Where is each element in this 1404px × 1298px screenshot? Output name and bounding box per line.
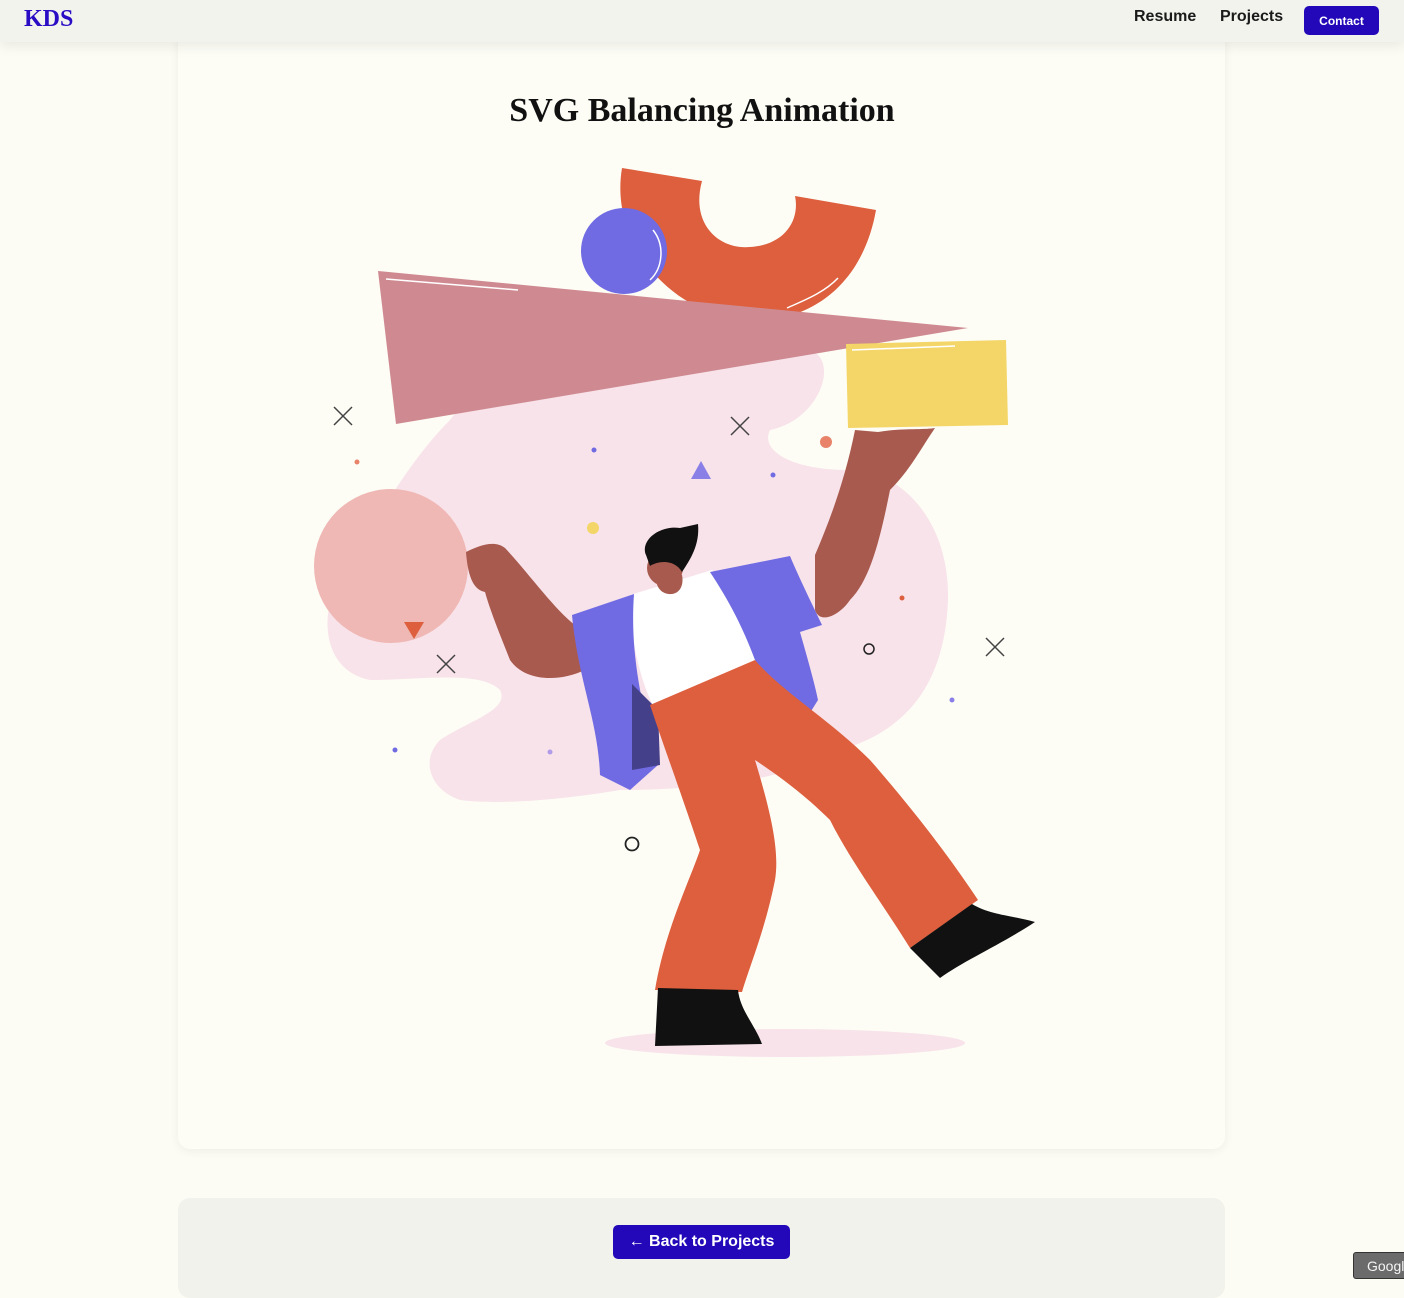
site-logo[interactable]: KDS — [24, 6, 73, 33]
purple-ball — [581, 208, 667, 294]
yellow-block — [846, 340, 1008, 428]
back-to-projects-button[interactable]: ← Back to Projects — [613, 1225, 790, 1259]
nav-link-projects[interactable]: Projects — [1220, 8, 1283, 26]
balancing-illustration — [314, 168, 1035, 1057]
contact-button[interactable]: Contact — [1304, 6, 1379, 35]
nav-link-resume[interactable]: Resume — [1134, 8, 1196, 26]
salmon-ball — [314, 489, 468, 643]
google-badge[interactable]: Googl — [1353, 1252, 1404, 1279]
top-navbar: KDS Resume Projects Contact — [0, 0, 1404, 42]
page-title: SVG Balancing Animation — [509, 92, 895, 129]
